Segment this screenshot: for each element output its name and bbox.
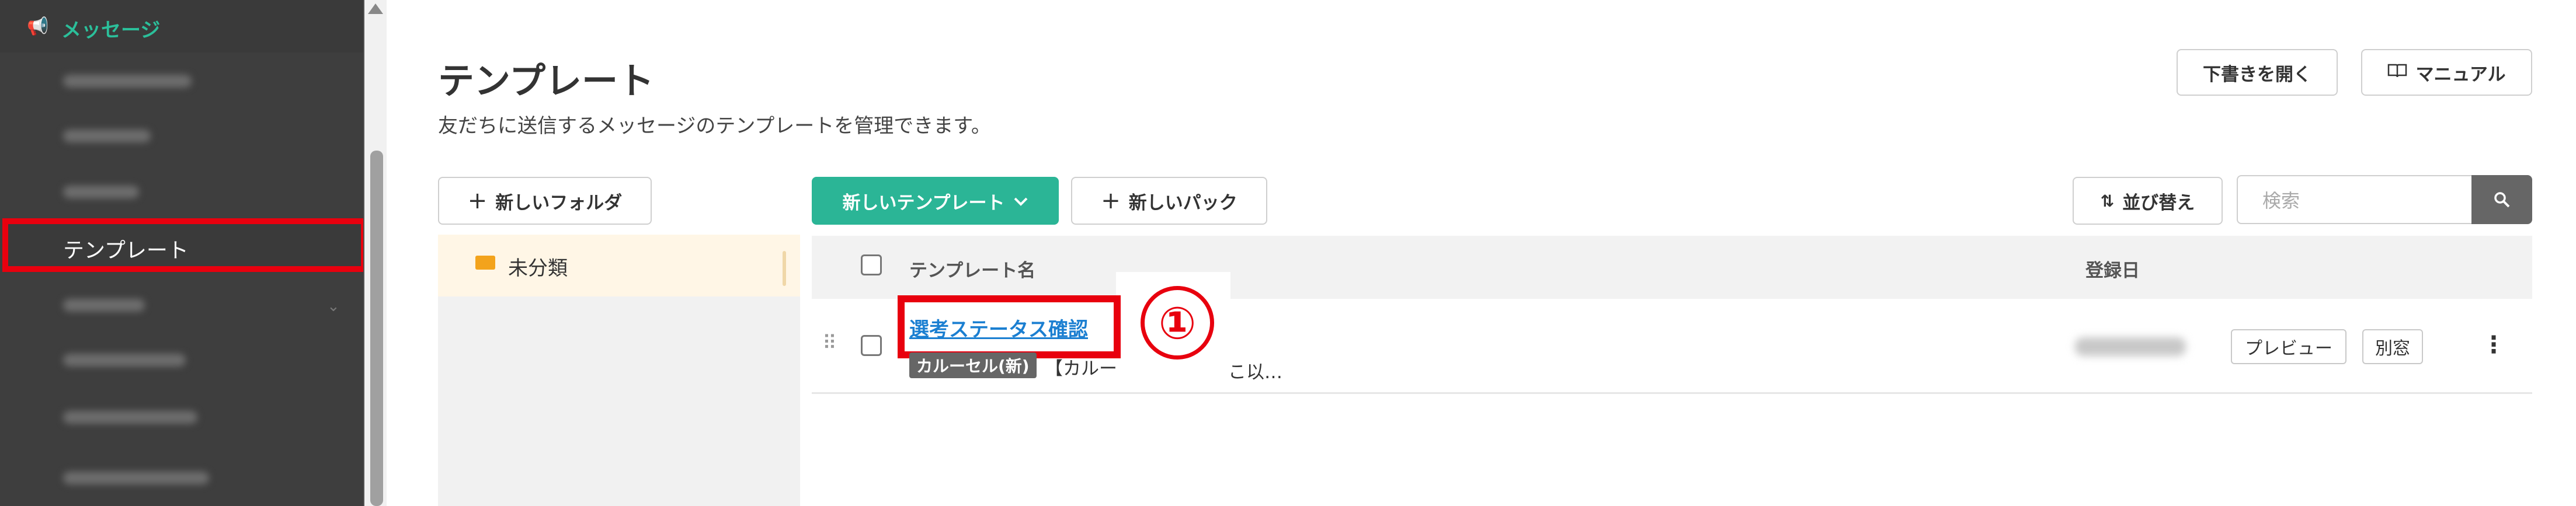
annotation-highlight-box	[898, 295, 1121, 358]
select-all-checkbox[interactable]	[861, 254, 882, 275]
scrollbar-thumb[interactable]	[370, 151, 383, 506]
sidebar-item-template[interactable]: テンプレート	[63, 233, 189, 264]
column-header-name: テンプレート名	[909, 260, 1036, 281]
row-checkbox[interactable]	[861, 335, 882, 356]
new-template-button[interactable]: 新しいテンプレート	[812, 177, 1059, 225]
search-input[interactable]: 検索	[2237, 175, 2473, 224]
drag-handle-icon[interactable]: ⠿	[822, 331, 837, 355]
chevron-down-icon: ⌄	[327, 298, 340, 315]
row-divider	[812, 392, 2532, 394]
registration-date-blurred	[2075, 337, 2186, 356]
template-type-badge: カルーセル(新)	[909, 353, 1037, 378]
page-title: テンプレート	[438, 60, 655, 102]
open-drafts-label: 下書きを開く	[2203, 64, 2311, 85]
plus-icon: +	[467, 187, 488, 214]
table-header	[812, 236, 2532, 299]
book-icon	[2387, 62, 2407, 83]
new-folder-button[interactable]: + 新しいフォルダ	[438, 177, 652, 225]
search-button[interactable]	[2471, 175, 2532, 224]
new-pack-label: 新しいパック	[1128, 192, 1237, 214]
column-header-date: 登録日	[2085, 260, 2140, 281]
template-description-end: こ以…	[1228, 362, 1282, 383]
sidebar-item-blurred[interactable]	[63, 186, 139, 198]
sidebar-item-blurred[interactable]	[63, 130, 151, 142]
sort-icon: ⇅	[2100, 191, 2115, 211]
folder-label: 未分類	[508, 257, 568, 280]
sort-label: 並び替え	[2122, 192, 2195, 214]
open-drafts-button[interactable]: 下書きを開く	[2177, 49, 2338, 96]
new-template-label: 新しいテンプレート	[842, 192, 1005, 214]
sidebar: 📢 メッセージ テンプレート ⌄	[0, 0, 367, 506]
folder-icon	[475, 256, 495, 270]
new-pack-button[interactable]: + 新しいパック	[1071, 177, 1267, 225]
sidebar-section-label: メッセージ	[61, 19, 161, 42]
folder-resize-handle[interactable]	[783, 251, 786, 286]
chevron-down-icon	[1013, 190, 1028, 211]
template-description: 【カルー	[1045, 358, 1117, 379]
sidebar-item-blurred[interactable]	[63, 354, 186, 367]
preview-button[interactable]: プレビュー	[2231, 329, 2346, 364]
manual-label: マニュアル	[2415, 64, 2506, 85]
new-folder-label: 新しいフォルダ	[495, 192, 623, 214]
plus-icon: +	[1101, 187, 1121, 214]
sort-button[interactable]: ⇅ 並び替え	[2073, 177, 2223, 225]
manual-button[interactable]: マニュアル	[2361, 49, 2532, 96]
more-options-icon[interactable]: ⋮	[2482, 331, 2505, 358]
sidebar-item-blurred[interactable]	[63, 411, 197, 424]
scroll-up-arrow-icon[interactable]	[368, 4, 383, 14]
annotation-step-number: ①	[1141, 286, 1214, 360]
megaphone-icon: 📢	[27, 16, 49, 37]
page-subtitle: 友だちに送信するメッセージのテンプレートを管理できます。	[438, 114, 991, 138]
sidebar-item-blurred[interactable]	[63, 75, 192, 88]
sidebar-item-blurred[interactable]	[63, 299, 145, 312]
open-new-window-button[interactable]: 別窓	[2362, 329, 2423, 364]
sidebar-item-blurred[interactable]	[63, 472, 209, 484]
search-icon	[2494, 192, 2510, 208]
sidebar-section-messages[interactable]: 📢 メッセージ	[0, 0, 364, 53]
